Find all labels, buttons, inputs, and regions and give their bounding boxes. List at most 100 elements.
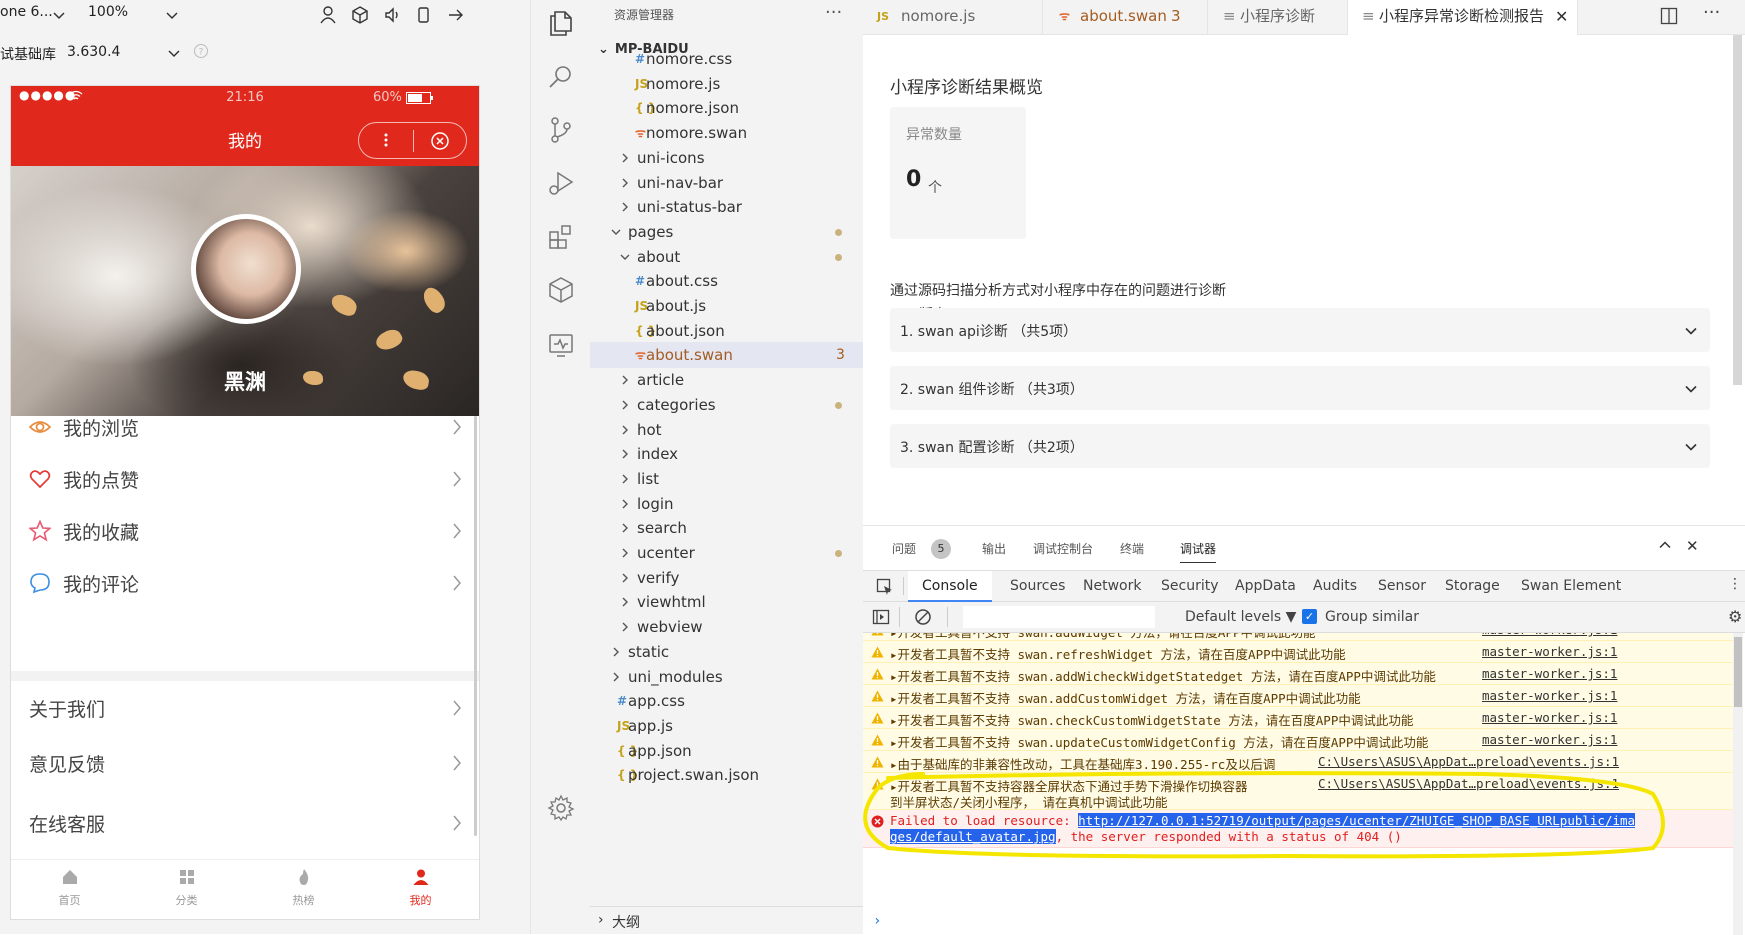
package-icon[interactable] [546, 275, 576, 305]
phone-scrollbar[interactable] [474, 416, 477, 836]
tree-item[interactable]: ᯤ about.swan 3 [590, 342, 863, 369]
menu-item-comments[interactable]: 我的评论 [11, 556, 479, 610]
arrow-right-icon[interactable] [446, 5, 466, 25]
more-icon[interactable] [383, 131, 389, 149]
accordion-swan-api[interactable]: 1. swan api诊断 （共5项） [890, 308, 1710, 352]
tree-item[interactable]: article [590, 367, 863, 393]
menu-item-feedback[interactable]: 意见反馈 [11, 736, 479, 790]
menu-item-about[interactable]: 关于我们 [11, 681, 479, 735]
tab-problems[interactable]: 问题 [892, 540, 916, 557]
chevron-up-icon[interactable] [1658, 538, 1672, 552]
menu-item-history[interactable]: 我的浏览 [11, 400, 479, 454]
tree-item[interactable]: JS about.js [590, 293, 863, 319]
tree-item[interactable]: hot [590, 417, 863, 443]
tree-item[interactable]: search [590, 515, 863, 541]
search-icon[interactable] [546, 62, 576, 92]
zoom-select[interactable]: 100% [88, 4, 128, 20]
error-url-link[interactable]: http://127.0.0.1:52719/output/pages/ucen… [1078, 813, 1636, 828]
tab-mine[interactable]: 我的 [362, 860, 479, 919]
console-source-link[interactable]: C:\Users\ASUS\AppDat…preload\events.js:1 [1318, 754, 1619, 769]
tab-terminal[interactable]: 终端 [1120, 540, 1144, 557]
console-source-link[interactable]: master-worker.js:1 [1482, 633, 1617, 637]
devtools-tab-sensor[interactable]: Sensor [1378, 571, 1426, 602]
tree-item[interactable]: JS nomore.js [590, 71, 863, 97]
tab-debug-console[interactable]: 调试控制台 [1033, 540, 1093, 557]
more-icon[interactable]: ··· [1703, 2, 1720, 23]
console-prompt[interactable]: › [873, 913, 881, 929]
chevron-down-icon[interactable] [167, 43, 187, 63]
devtools-tab-storage[interactable]: Storage [1445, 571, 1500, 602]
console-source-link[interactable]: master-worker.js:1 [1482, 710, 1617, 725]
devtools-tab-console[interactable]: Console [908, 571, 992, 602]
avatar[interactable] [191, 214, 301, 324]
device-select[interactable]: one 6... [0, 4, 53, 20]
scrollbar-thumb[interactable] [1734, 637, 1742, 707]
close-icon[interactable] [430, 131, 450, 151]
tree-item[interactable]: { } project.swan.json [590, 762, 863, 788]
error-url-link[interactable]: ges/default_avatar.jpg [890, 829, 1056, 844]
tab-output[interactable]: 输出 [982, 540, 1006, 557]
library-version-select[interactable]: 3.630.4 [67, 44, 120, 60]
tab-category[interactable]: 分类 [128, 860, 245, 919]
help-icon[interactable]: ? [193, 43, 213, 63]
run-debug-icon[interactable] [546, 168, 576, 198]
tree-item[interactable]: uni-nav-bar [590, 170, 863, 196]
tree-item[interactable]: JS app.js [590, 713, 863, 739]
tab-about-swan[interactable]: ᯤ about.swan 3 [1043, 0, 1208, 35]
devtools-tab-audits[interactable]: Audits [1313, 571, 1357, 602]
log-levels-dropdown[interactable]: Default levels ▼ [1185, 609, 1296, 625]
split-editor-icon[interactable] [1660, 7, 1678, 25]
tree-item[interactable]: about [590, 244, 863, 270]
tree-item[interactable]: ucenter [590, 540, 863, 566]
tree-item[interactable]: login [590, 491, 863, 517]
accordion-swan-component[interactable]: 2. swan 组件诊断 （共3项） [890, 366, 1710, 410]
console-error[interactable]: Failed to load resource: http://127.0.0.… [863, 810, 1733, 848]
tree-item[interactable]: webview [590, 614, 863, 640]
rotate-icon[interactable] [414, 5, 434, 25]
console-scrollbar[interactable] [1733, 633, 1743, 935]
tree-item[interactable]: index [590, 441, 863, 467]
accordion-swan-config[interactable]: 3. swan 配置诊断 （共2项） [890, 424, 1710, 468]
console-source-link[interactable]: master-worker.js:1 [1482, 732, 1617, 747]
menu-item-favorites[interactable]: 我的收藏 [11, 504, 479, 558]
clear-console-icon[interactable] [914, 608, 932, 626]
files-icon[interactable] [546, 8, 576, 38]
settings-icon[interactable] [546, 793, 576, 823]
group-similar-checkbox[interactable]: ✓ [1302, 609, 1317, 624]
console-message[interactable]: ▸开发者工具暂不支持 swan.updateCustomWidgetConfig… [863, 729, 1733, 751]
devtools-tab-swan-element[interactable]: Swan Element [1521, 571, 1621, 602]
tree-item[interactable]: # nomore.css [590, 46, 863, 72]
menu-item-support[interactable]: 在线客服 [11, 796, 479, 850]
tree-item[interactable]: uni-icons [590, 145, 863, 171]
sound-icon[interactable] [382, 5, 402, 25]
chevron-down-icon[interactable] [165, 5, 185, 25]
monitor-icon[interactable] [546, 330, 576, 360]
console-message[interactable]: ▸开发者工具暂不支持 swan.addWidget 方法，请在百度APP中调试此… [863, 633, 1733, 641]
tab-home[interactable]: 首页 [11, 860, 128, 919]
tab-diagnosis[interactable]: ≡ 小程序诊断 [1208, 0, 1348, 35]
source-control-icon[interactable] [546, 115, 576, 145]
tree-item[interactable]: pages [590, 219, 863, 245]
tree-item[interactable]: list [590, 466, 863, 492]
tree-item[interactable]: static [590, 639, 863, 665]
tree-item[interactable]: { } app.json [590, 738, 863, 764]
chevron-down-icon[interactable] [52, 5, 72, 25]
report-scrollbar[interactable] [1733, 35, 1742, 385]
console-filter-input[interactable] [963, 606, 1155, 628]
console-source-link[interactable]: master-worker.js:1 [1482, 688, 1617, 703]
console-source-link[interactable]: master-worker.js:1 [1482, 666, 1617, 681]
console-message[interactable]: ▸开发者工具暂不支持 swan.addWicheckWidgetStatedge… [863, 663, 1733, 685]
cube-icon[interactable] [350, 5, 370, 25]
console-message[interactable]: ▸开发者工具暂不支持 swan.checkCustomWidgetState 方… [863, 707, 1733, 729]
devtools-tab-sources[interactable]: Sources [1010, 571, 1065, 602]
user-icon[interactable] [318, 5, 338, 25]
extensions-icon[interactable] [546, 222, 576, 252]
more-vertical-icon[interactable]: ⋮ [1728, 576, 1742, 592]
devtools-tab-network[interactable]: Network [1083, 571, 1141, 602]
tree-item[interactable]: { } about.json [590, 318, 863, 344]
inspect-icon[interactable] [876, 578, 894, 596]
tree-item[interactable]: # about.css [590, 268, 863, 294]
tab-diagnosis-report[interactable]: ≡ 小程序异常诊断检测报告 ✕ [1348, 0, 1578, 35]
tree-item[interactable]: # app.css [590, 688, 863, 714]
close-icon[interactable]: ✕ [1555, 0, 1568, 33]
